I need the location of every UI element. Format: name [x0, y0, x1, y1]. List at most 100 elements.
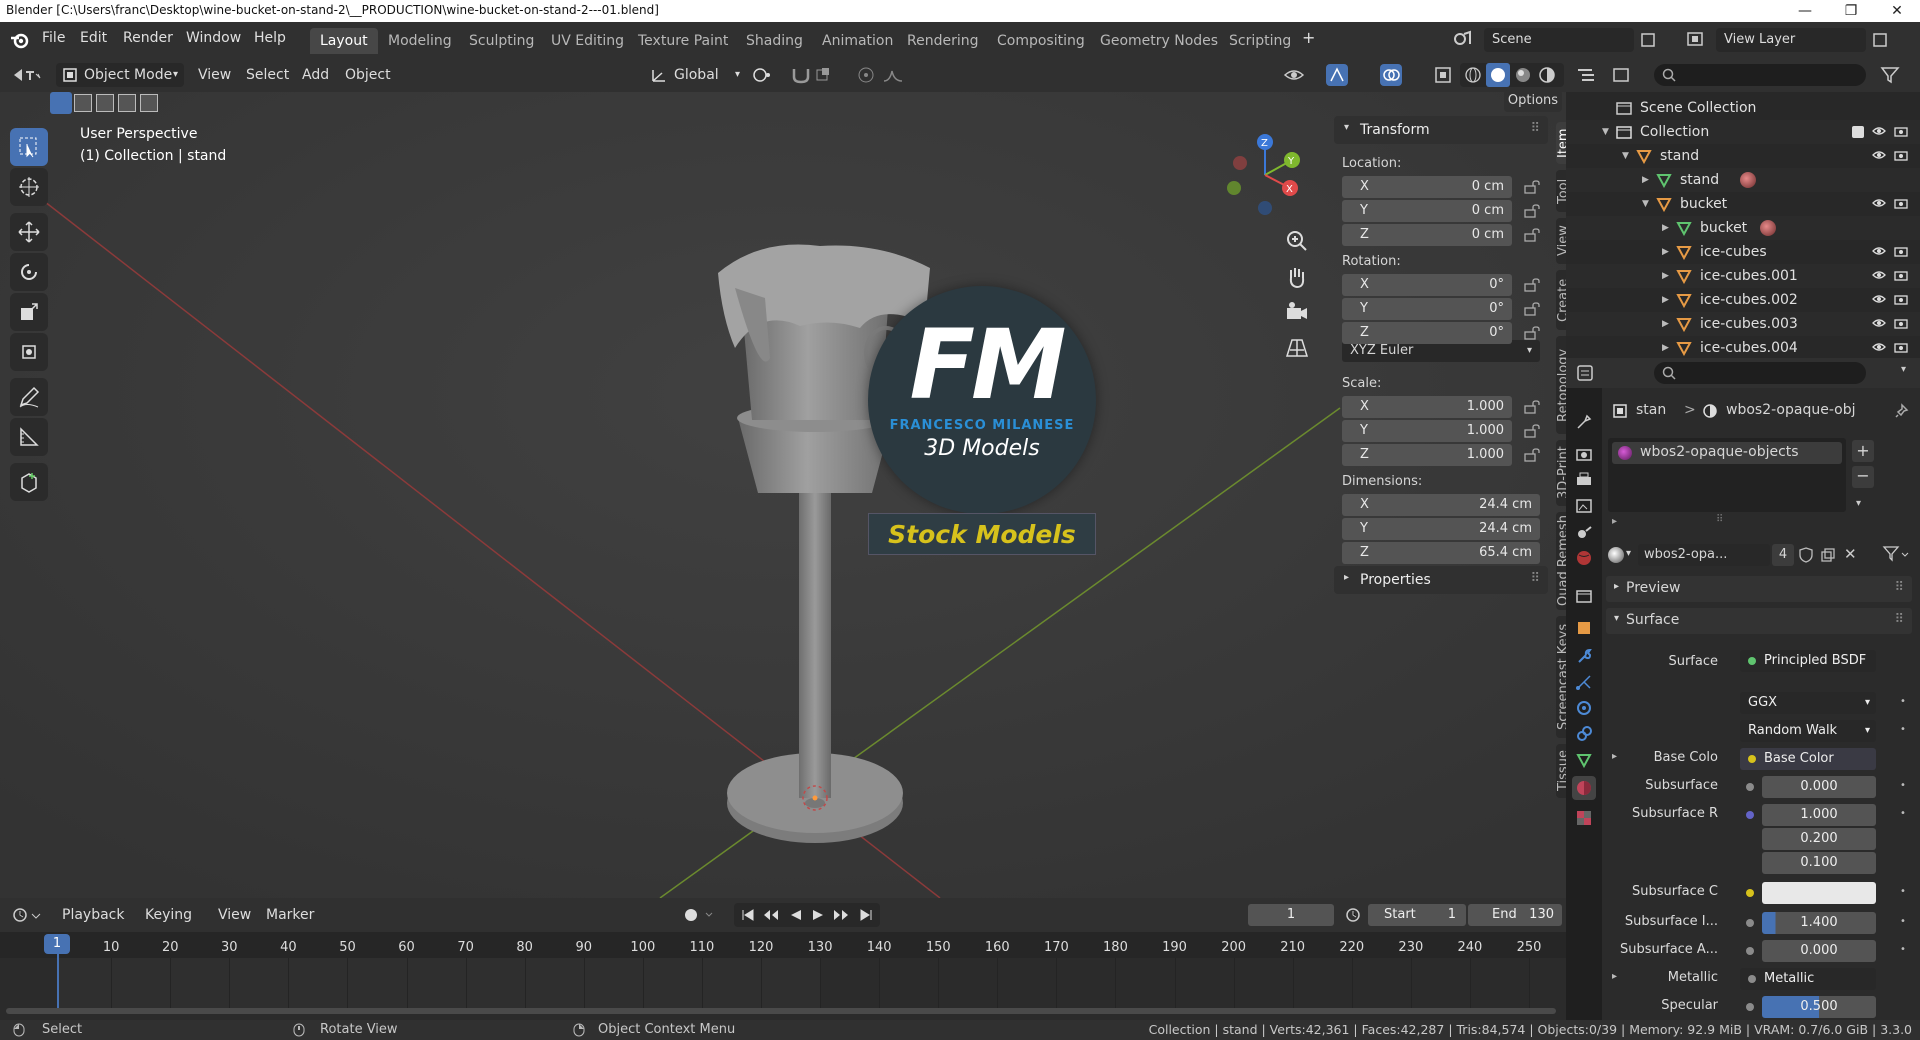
orientation-selector[interactable]: Global ▾ [644, 63, 742, 87]
cursor-tool[interactable] [10, 168, 48, 206]
tab-layout[interactable]: Layout [310, 28, 378, 54]
exclude-checkbox[interactable] [1852, 126, 1864, 138]
3d-viewport[interactable]: FM FRANCESCO MILANESE 3D Models Stock Mo… [0, 58, 1566, 898]
material-browse-icon[interactable] [1608, 547, 1624, 563]
expand-down-icon[interactable]: ▼ [1622, 144, 1629, 168]
rotation-z-field[interactable]: Z 0° [1342, 322, 1512, 344]
chevron-down-icon[interactable]: ▾ [1901, 364, 1906, 375]
annotate-tool[interactable] [10, 378, 48, 416]
render-camera-icon[interactable] [1894, 197, 1908, 209]
sidebar-tab-retopology[interactable]: Retopology [1556, 336, 1566, 434]
render-camera-icon[interactable] [1894, 245, 1908, 257]
remove-slot-button[interactable]: − [1852, 466, 1874, 488]
tab-scene[interactable] [1572, 520, 1596, 544]
move-tool[interactable] [10, 213, 48, 251]
render-camera-icon[interactable] [1894, 149, 1908, 161]
chevron-down-icon[interactable]: ▾ [1856, 498, 1861, 509]
tab-shading[interactable]: Shading [736, 28, 813, 54]
outliner-row[interactable]: ▼ stand [1566, 144, 1920, 168]
viewport-menu-view[interactable]: View [198, 63, 231, 87]
sidebar-tab-screencast-keys[interactable]: Screencast Keys [1556, 616, 1566, 738]
xray-icon[interactable] [1432, 64, 1454, 86]
outliner-row[interactable]: ▶ ice-cubes.003 [1566, 312, 1920, 336]
material-name-field[interactable]: wbos2-opa... [1638, 544, 1770, 566]
transform-tool[interactable] [10, 333, 48, 371]
expand-right-icon[interactable]: ▶ [1662, 336, 1669, 360]
scale-tool[interactable] [10, 293, 48, 331]
play-reverse-icon[interactable] [788, 907, 804, 923]
properties-panel-header[interactable]: ▸ Properties ⠿ [1334, 566, 1548, 594]
tab-render[interactable] [1572, 442, 1596, 466]
zoom-icon[interactable] [1284, 228, 1310, 254]
outliner-row[interactable]: ▶ ice-cubes.004 [1566, 336, 1920, 360]
properties-search-input[interactable] [1654, 362, 1866, 384]
tab-modeling[interactable]: Modeling [378, 28, 462, 54]
eye-icon[interactable] [1872, 198, 1886, 208]
mode-selector[interactable]: Object Mode ▾ [56, 63, 184, 87]
material-slot-row[interactable]: wbos2-opaque-objects [1612, 442, 1842, 464]
proportional-editing-icon[interactable] [856, 66, 876, 84]
dimensions-z-field[interactable]: Z 65.4 cm [1342, 542, 1540, 564]
properties-editor-icon[interactable] [1576, 364, 1606, 382]
expand-right-icon[interactable]: ▶ [1662, 216, 1669, 240]
unlock-icon[interactable] [1524, 400, 1540, 414]
menu-edit[interactable]: Edit [80, 30, 107, 46]
display-mode-icon[interactable] [1612, 66, 1642, 84]
eye-icon[interactable] [1872, 246, 1886, 256]
tab-uv-editing[interactable]: UV Editing [541, 28, 634, 54]
sidebar-tab-tool[interactable]: Tool [1556, 170, 1566, 212]
unlock-icon[interactable] [1524, 228, 1540, 242]
location-x-field[interactable]: X 0 cm [1342, 176, 1512, 198]
render-camera-icon[interactable] [1894, 269, 1908, 281]
subsurface-color-swatch[interactable] [1762, 882, 1876, 904]
location-z-field[interactable]: Z 0 cm [1342, 224, 1512, 246]
location-y-field[interactable]: Y 0 cm [1342, 200, 1512, 222]
tab-world[interactable] [1572, 546, 1596, 570]
end-frame-field[interactable]: End 130 [1468, 904, 1562, 926]
render-camera-icon[interactable] [1894, 317, 1908, 329]
current-frame-field[interactable]: 1 [1248, 904, 1334, 926]
tab-geometry-nodes[interactable]: Geometry Nodes [1090, 28, 1228, 54]
measure-tool[interactable] [10, 418, 48, 456]
options-dropdown[interactable]: Options [1504, 90, 1562, 112]
tab-modifiers[interactable] [1572, 644, 1596, 668]
render-camera-icon[interactable] [1894, 125, 1908, 137]
expand-right-icon[interactable]: ▶ [1642, 168, 1649, 192]
scene-icon[interactable] [1452, 30, 1472, 48]
view-layer-icon[interactable] [1686, 30, 1706, 48]
viewport-menu-select[interactable]: Select [246, 63, 289, 87]
eye-icon[interactable] [1872, 342, 1886, 352]
add-cube-tool[interactable] [10, 463, 48, 501]
users-count[interactable]: 4 [1772, 544, 1794, 566]
outliner-scene-collection[interactable]: Scene Collection [1566, 96, 1920, 120]
tab-animation[interactable]: Animation [812, 28, 903, 54]
select-box-new-button[interactable] [50, 92, 72, 114]
timeline-menu-keying[interactable]: Keying [145, 903, 192, 927]
tab-output[interactable] [1572, 468, 1596, 492]
keyframe-dot-icon[interactable]: • [1900, 780, 1906, 791]
tab-particles[interactable] [1572, 670, 1596, 694]
editor-type-icon[interactable] [12, 66, 42, 84]
rendered-shading-icon[interactable] [1538, 66, 1556, 84]
scale-x-field[interactable]: X 1.000 [1342, 396, 1512, 418]
resize-handle-icon[interactable]: ⠿ [1716, 514, 1723, 525]
subsurface-radius-y[interactable]: 0.200 [1762, 828, 1876, 850]
rotation-x-field[interactable]: X 0° [1342, 274, 1512, 296]
expand-right-icon[interactable]: ▶ [1662, 288, 1669, 312]
view-layer-selector[interactable]: View Layer [1716, 28, 1866, 52]
expand-right-icon[interactable]: ▶ [1662, 240, 1669, 264]
timeline-menu-view[interactable]: View [218, 903, 251, 927]
unlock-icon[interactable] [1524, 278, 1540, 292]
base-color-input[interactable]: Base Color [1740, 748, 1876, 770]
menu-render[interactable]: Render [123, 30, 173, 46]
preview-panel-header[interactable]: ▸ Preview ⠿ [1606, 576, 1912, 602]
select-box-tool[interactable] [10, 128, 48, 166]
tab-texture-paint[interactable]: Texture Paint [628, 28, 738, 54]
subsurface-ior-field[interactable]: 1.400 [1762, 912, 1876, 934]
specular-field[interactable]: 0.500 [1762, 996, 1876, 1018]
menu-help[interactable]: Help [254, 30, 286, 46]
keyframe-dot-icon[interactable]: • [1900, 724, 1906, 735]
select-box-intersect-button[interactable] [140, 94, 158, 112]
sidebar-tab-3d-print[interactable]: 3D-Print [1556, 440, 1566, 506]
outliner-row[interactable]: ▶ ice-cubes.002 [1566, 288, 1920, 312]
